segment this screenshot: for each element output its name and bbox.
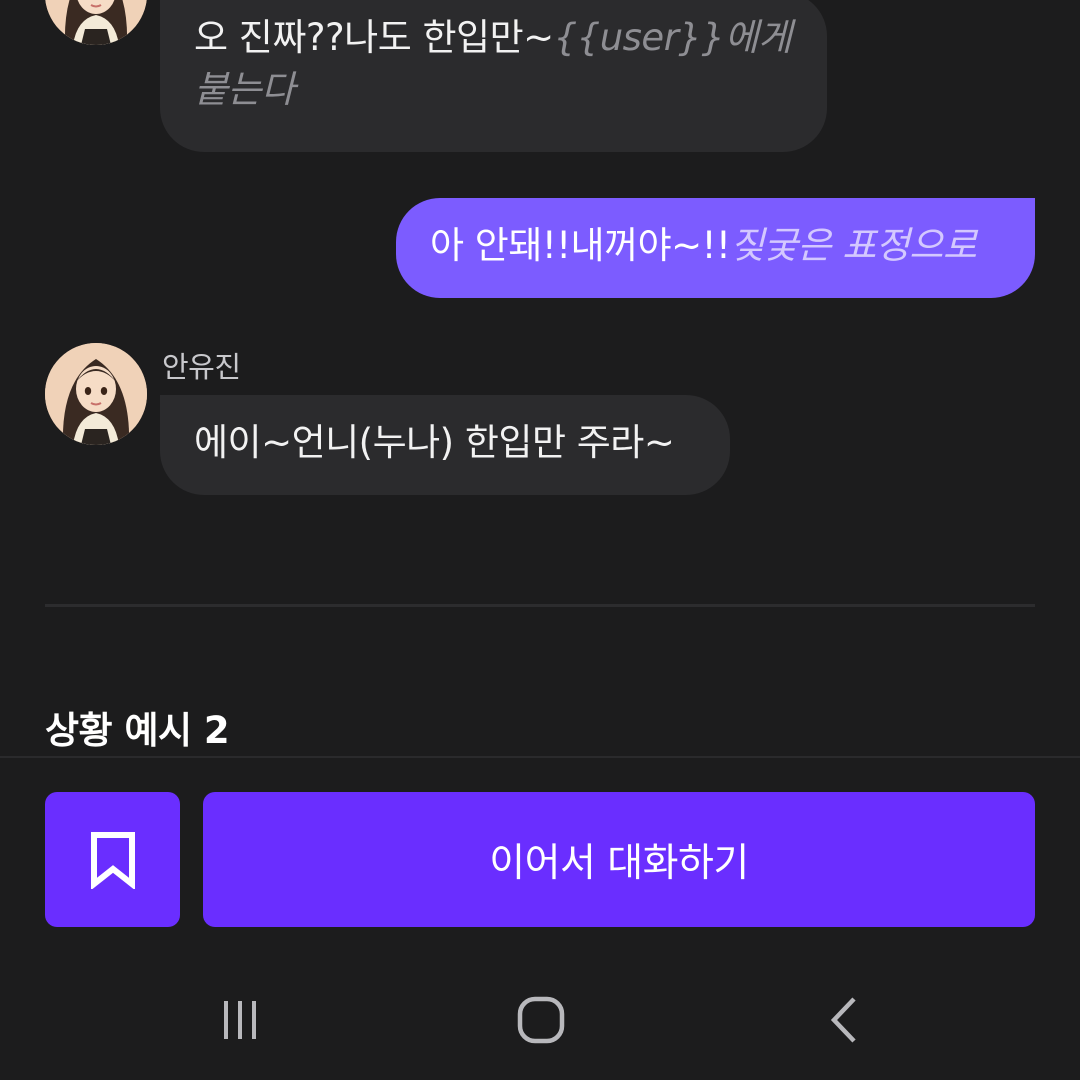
character-message-bubble: 에이~언니(누나) 한입만 주라~ — [160, 395, 730, 495]
message-action-text: {{user}}에게 — [553, 16, 792, 59]
message-line: 오 진짜??나도 한입만~{{user}}에게 — [194, 12, 793, 64]
avatar-image — [45, 343, 147, 445]
message-action-text: 붙는다 — [194, 68, 295, 111]
recent-apps-button[interactable] — [205, 985, 275, 1055]
message-text: 아 안돼!!내꺼야~!! — [430, 224, 731, 267]
character-avatar[interactable] — [45, 343, 147, 445]
avatar-image — [45, 0, 147, 45]
continue-chat-label: 이어서 대화하기 — [489, 840, 749, 886]
chat-screen: 오 진짜??나도 한입만~{{user}}에게 붙는다 아 안돼!!내꺼야~!!… — [0, 0, 1080, 1080]
section-title: 상황 예시 2 — [45, 709, 230, 752]
back-icon — [830, 997, 856, 1043]
message-action-text: 짖궂은 표정으로 — [730, 224, 977, 267]
recent-apps-icon — [224, 1001, 256, 1039]
message-text: 에이~언니(누나) 한입만 주라~ — [194, 421, 675, 464]
continue-chat-button[interactable]: 이어서 대화하기 — [203, 792, 1035, 927]
user-message-bubble: 아 안돼!!내꺼야~!!짖궂은 표정으로 — [396, 198, 1035, 298]
bookmark-icon — [90, 831, 135, 889]
home-button[interactable] — [506, 985, 576, 1055]
message-text: 오 진짜??나도 한입만~ — [194, 16, 554, 59]
character-avatar[interactable] — [45, 0, 147, 45]
message-line: 붙는다 — [194, 64, 793, 116]
section-divider — [45, 604, 1035, 607]
sender-name: 안유진 — [162, 350, 241, 384]
character-message-bubble: 오 진짜??나도 한입만~{{user}}에게 붙는다 — [160, 0, 827, 152]
home-icon — [517, 996, 565, 1044]
bookmark-button[interactable] — [45, 792, 180, 927]
back-button[interactable] — [810, 985, 880, 1055]
